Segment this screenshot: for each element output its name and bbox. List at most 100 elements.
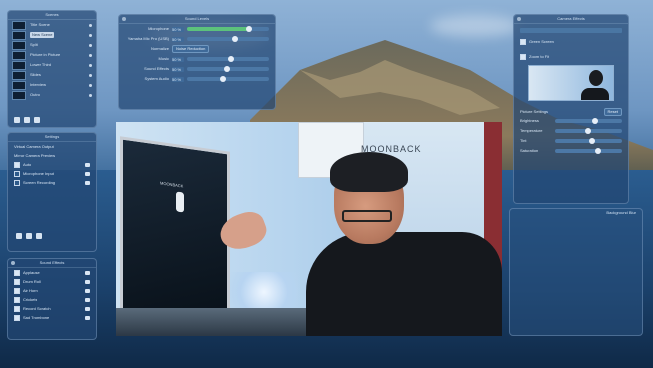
delete-icon[interactable] — [34, 117, 40, 123]
level-slider[interactable] — [187, 56, 269, 62]
list-item[interactable]: Picture in Picture — [8, 50, 96, 60]
play-icon[interactable] — [85, 315, 90, 320]
greenscreen-option[interactable]: Green Screen — [514, 37, 628, 46]
play-icon[interactable] — [85, 297, 90, 302]
checkbox[interactable] — [14, 305, 20, 312]
list-item-label: Applause — [23, 269, 40, 275]
camera-icon[interactable] — [24, 117, 30, 123]
close-icon[interactable] — [517, 17, 521, 21]
list-item[interactable]: Split — [8, 40, 96, 50]
slider-label: Temperature — [520, 128, 543, 133]
picture-slider-row: Tint — [514, 136, 628, 146]
level-slider[interactable] — [187, 26, 269, 32]
picture-slider-row: Saturation — [514, 146, 628, 156]
saturation-slider[interactable] — [555, 148, 622, 154]
list-item[interactable]: Interview — [8, 80, 96, 90]
effect-dropdown[interactable] — [520, 28, 622, 33]
level-value: 50 % — [172, 36, 184, 42]
scenes-panel: Scenes Title Scene New Scene Split Pictu… — [7, 10, 97, 128]
tint-slider[interactable] — [555, 138, 622, 144]
scene-thumbnail — [12, 70, 26, 80]
list-item-label: Split — [30, 42, 38, 47]
settings-row[interactable]: Virtual Camera Output — [8, 142, 96, 151]
play-icon[interactable] — [85, 279, 90, 284]
dot-icon — [89, 53, 92, 57]
checkbox[interactable] — [14, 179, 20, 186]
zoom-option[interactable]: Zoom to Fit — [514, 52, 628, 61]
play-icon[interactable] — [85, 306, 90, 311]
slider-label: Saturation — [520, 148, 539, 153]
toggle[interactable] — [85, 162, 90, 167]
list-item[interactable]: Lower Third — [8, 60, 96, 70]
settings-row[interactable]: Mirror Camera Preview — [8, 151, 96, 160]
settings-panel-title: Settings — [8, 133, 96, 142]
checkbox[interactable] — [14, 161, 20, 168]
list-item[interactable]: Record Scratch — [8, 304, 96, 313]
slider-label: Tint — [520, 138, 527, 143]
list-item[interactable]: Sad Trombone — [8, 313, 96, 322]
level-row: Music 50 % — [119, 54, 275, 64]
list-item[interactable]: Title Scene — [8, 20, 96, 30]
background-blur-title: Background Blur — [606, 210, 636, 215]
settings-row-label: Screen Recording — [23, 179, 56, 185]
reset-button[interactable]: Reset — [603, 107, 622, 116]
settings-row-label: Mirror Camera Preview — [14, 152, 56, 158]
settings-toolbar — [16, 233, 42, 239]
close-icon[interactable] — [122, 17, 126, 21]
camera-effects-panel: Camera Effects Green Screen Zoom to Fit … — [513, 14, 629, 204]
toggle[interactable] — [85, 180, 90, 185]
share-icon[interactable] — [36, 233, 42, 239]
add-scene-icon[interactable] — [14, 117, 20, 123]
dot-icon — [89, 23, 92, 27]
list-item[interactable]: Crickets — [8, 295, 96, 304]
play-icon[interactable] — [85, 270, 90, 275]
list-item[interactable]: Outro — [8, 90, 96, 100]
close-icon[interactable] — [11, 261, 15, 265]
level-label: Normalize — [150, 46, 169, 51]
checkbox[interactable] — [14, 278, 20, 285]
settings-row[interactable]: Auto — [8, 160, 96, 169]
brightness-slider[interactable] — [555, 118, 622, 124]
level-row: Yamaha Mic Pro (USB) 50 % — [119, 34, 275, 44]
level-slider[interactable] — [187, 36, 269, 42]
checkbox[interactable] — [14, 287, 20, 294]
monitor-in-video — [120, 136, 230, 328]
checkbox[interactable] — [14, 269, 20, 276]
settings-row[interactable]: Screen Recording — [8, 178, 96, 187]
slider-label: Brightness — [520, 118, 539, 123]
scene-thumbnail — [12, 90, 26, 100]
list-item[interactable]: Applause — [8, 268, 96, 277]
level-slider[interactable] — [187, 76, 269, 82]
level-label: Sound Effects — [144, 66, 169, 71]
list-item-label: Sad Trombone — [23, 314, 50, 320]
cloud-icon[interactable] — [16, 233, 22, 239]
monitor-icon[interactable] — [26, 233, 32, 239]
settings-row-label: Microphone Input — [23, 170, 54, 176]
dot-icon — [89, 33, 92, 37]
toggle[interactable] — [85, 171, 90, 176]
list-item[interactable]: Drum Roll — [8, 277, 96, 286]
checkbox[interactable] — [520, 38, 526, 45]
play-icon[interactable] — [85, 288, 90, 293]
dot-icon — [89, 93, 92, 97]
checkbox[interactable] — [14, 314, 20, 321]
temperature-slider[interactable] — [555, 128, 622, 134]
level-label: System Audio — [144, 76, 169, 81]
list-item[interactable]: Slides — [8, 70, 96, 80]
checkbox[interactable] — [14, 296, 20, 303]
noise-reduction-button[interactable]: Noise Reduction — [172, 45, 210, 53]
settings-row[interactable]: Microphone Input — [8, 169, 96, 178]
level-slider[interactable] — [187, 66, 269, 72]
scene-thumbnail — [12, 40, 26, 50]
picture-settings-label: Picture Settings — [520, 108, 549, 114]
greenscreen-label: Green Screen — [529, 38, 554, 44]
level-value: 50 % — [172, 56, 184, 62]
checkbox[interactable] — [14, 170, 20, 177]
scene-thumbnail — [12, 50, 26, 60]
list-item[interactable]: Air Horn — [8, 286, 96, 295]
checkbox[interactable] — [520, 53, 526, 60]
list-item[interactable]: New Scene — [8, 30, 96, 40]
list-item-label: Crickets — [23, 296, 38, 302]
person — [306, 232, 502, 336]
settings-row-label: Virtual Camera Output — [14, 143, 54, 149]
